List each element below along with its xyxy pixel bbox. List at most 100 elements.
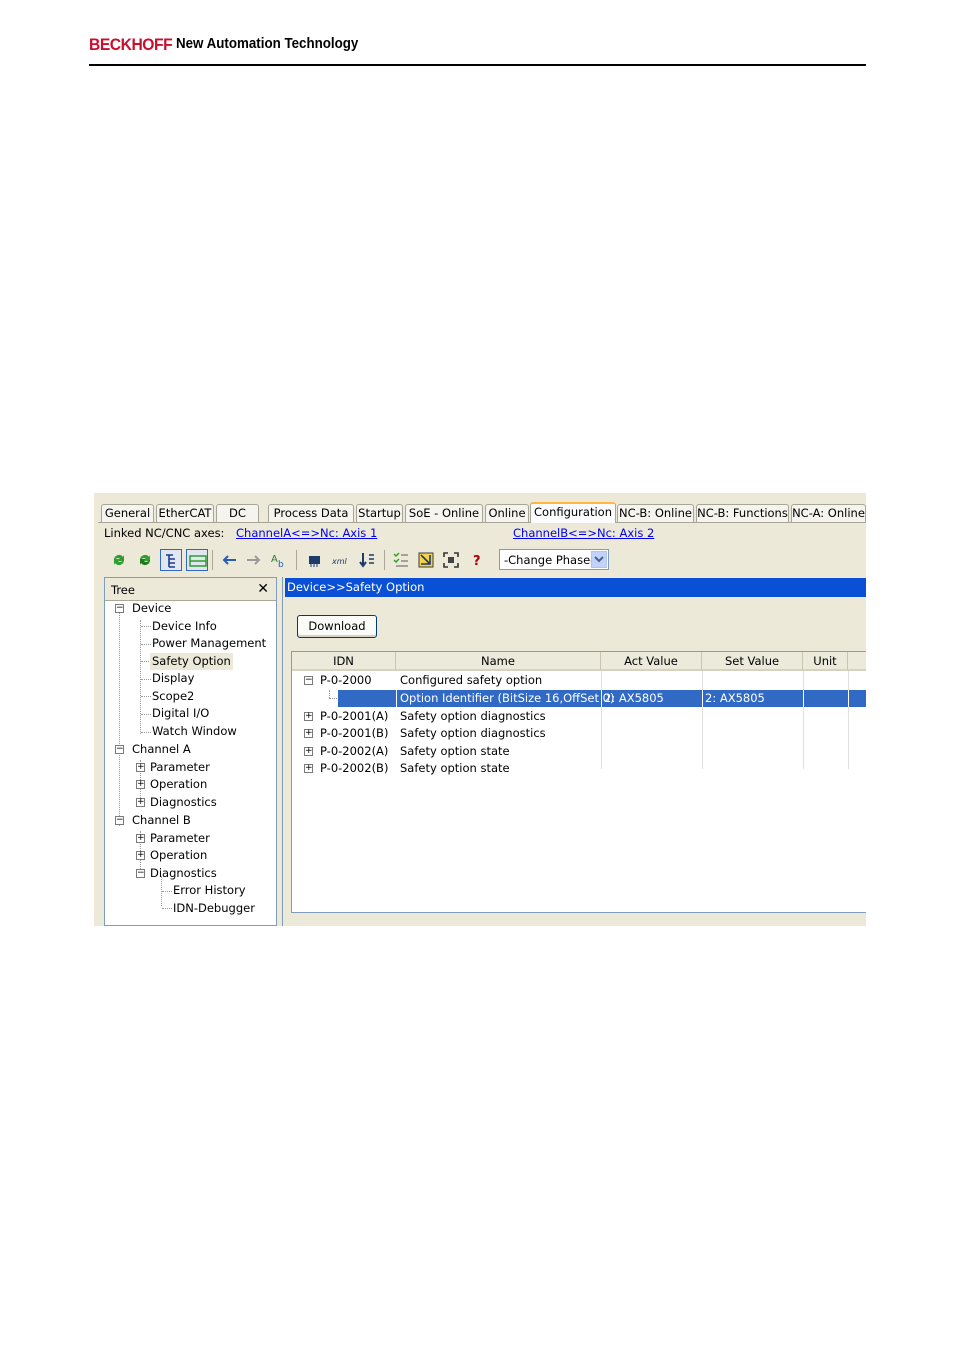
svg-text:A: A: [271, 554, 278, 565]
expand-icon[interactable]: +: [136, 851, 145, 860]
tab-nc-b-online[interactable]: NC-B: Online: [617, 504, 694, 522]
toolbar-separator: [296, 550, 297, 570]
column-header-unit[interactable]: Unit: [803, 652, 848, 671]
arrow-right-icon[interactable]: [243, 549, 265, 571]
download-button[interactable]: Download: [297, 615, 377, 638]
xml-icon[interactable]: xml: [330, 549, 352, 571]
tab-ethercat[interactable]: EtherCAT: [156, 504, 214, 522]
tree-connector: [119, 609, 121, 826]
tree-item-label: Channel B: [132, 813, 191, 827]
expand-icon[interactable]: +: [136, 834, 145, 843]
refresh-single-icon[interactable]: [134, 549, 156, 571]
cell-idn: P-0-2001(A): [320, 709, 389, 723]
chip-icon[interactable]: [304, 549, 326, 571]
collapse-icon[interactable]: −: [136, 869, 145, 878]
arrow-left-icon[interactable]: [218, 549, 240, 571]
tab-general[interactable]: General: [101, 504, 154, 522]
collapse-icon[interactable]: −: [304, 676, 313, 685]
tree-item-label: Scope2: [152, 689, 195, 703]
cell-name: Safety option diagnostics: [400, 726, 546, 740]
collapse-icon[interactable]: −: [115, 745, 124, 754]
collapse-icon[interactable]: −: [115, 816, 124, 825]
expand-icon[interactable]: +: [304, 764, 313, 773]
cell-idn: P-0-2000: [320, 673, 372, 687]
column-header-act-value[interactable]: Act Value: [601, 652, 702, 671]
table-row[interactable]: + P-0-2002(B) Safety option state: [292, 760, 866, 777]
cell-name: Configured safety option: [400, 673, 543, 687]
parameter-table: IDN Name Act Value Set Value Unit − P-0-…: [291, 651, 866, 913]
tree-connector: [329, 698, 337, 700]
column-header-filler: [848, 652, 866, 671]
expand-icon[interactable]: +: [304, 729, 313, 738]
tree-view-icon[interactable]: [160, 549, 182, 571]
toolbar: Ab xml ? -Change Phase-: [104, 547, 866, 573]
tab-dc[interactable]: DC: [216, 504, 259, 522]
select-icon[interactable]: [415, 549, 437, 571]
svg-text:xml: xml: [332, 557, 348, 566]
close-icon[interactable]: ✕: [257, 581, 269, 597]
expand-icon[interactable]: +: [304, 747, 313, 756]
page-header: BECKHOFF New Automation Technology: [89, 30, 866, 66]
toolbar-separator: [384, 550, 385, 570]
tree-pane: Tree ✕ − Device Device Info Power Manage…: [104, 577, 277, 926]
tree-item-label: Device Info: [152, 619, 217, 633]
cell-idn: P-0-2001(B): [320, 726, 389, 740]
cell-idn: P-0-2002(A): [320, 744, 389, 758]
list-view-icon[interactable]: [186, 549, 208, 571]
cell-name: Safety option state: [400, 761, 510, 775]
tree-item-label: Diagnostics: [150, 795, 217, 809]
table-row[interactable]: + P-0-2001(A) Safety option diagnostics: [292, 708, 866, 725]
chevron-down-icon[interactable]: [591, 551, 607, 568]
column-divider: [702, 690, 703, 707]
tree-item-label: Digital I/O: [152, 706, 210, 720]
breadcrumb: Device>>Safety Option: [285, 578, 866, 597]
table-row-selected[interactable]: Option Identifier (BitSize 16,OffSet 0) …: [292, 690, 866, 707]
tree-header: Tree ✕: [105, 578, 276, 601]
tab-nc-a-online[interactable]: NC-A: Online: [791, 504, 866, 522]
channel-a-link[interactable]: ChannelA<=>Nc: Axis 1: [236, 526, 377, 540]
expand-icon[interactable]: +: [304, 712, 313, 721]
tree-connector: [329, 690, 331, 698]
checklist-icon[interactable]: [390, 549, 412, 571]
column-header-idn[interactable]: IDN: [292, 652, 396, 671]
tab-bar: General EtherCAT DC Process Data Startup…: [101, 502, 866, 523]
tab-startup[interactable]: Startup: [356, 504, 403, 522]
cell-name: Option Identifier (BitSize 16,OffSet 0): [400, 691, 615, 705]
column-header-set-value[interactable]: Set Value: [702, 652, 803, 671]
app-window: General EtherCAT DC Process Data Startup…: [94, 493, 866, 926]
cell-name: Safety option diagnostics: [400, 709, 546, 723]
tab-nc-b-functions[interactable]: NC-B: Functions: [696, 504, 789, 522]
change-phase-select[interactable]: -Change Phase-: [499, 549, 609, 570]
toolbar-separator: [212, 550, 213, 570]
tab-soe-online[interactable]: SoE - Online: [405, 504, 483, 522]
cell-idn: P-0-2002(B): [320, 761, 389, 775]
grid-select-icon[interactable]: [440, 549, 462, 571]
tab-online[interactable]: Online: [485, 504, 529, 522]
channel-b-link[interactable]: ChannelB<=>Nc: Axis 2: [513, 526, 654, 540]
brand-tagline: New Automation Technology: [176, 36, 359, 52]
tab-configuration[interactable]: Configuration: [530, 502, 616, 523]
table-row[interactable]: + P-0-2002(A) Safety option state: [292, 743, 866, 760]
text-edit-icon[interactable]: Ab: [268, 549, 290, 571]
tree-item-label: Watch Window: [152, 724, 237, 738]
tree-item-label: IDN-Debugger: [173, 901, 255, 915]
brand-logo: BECKHOFF: [89, 35, 173, 54]
expand-icon[interactable]: +: [136, 780, 145, 789]
svg-text:?: ?: [473, 554, 481, 569]
tab-process-data[interactable]: Process Data: [268, 504, 354, 522]
cell-name: Safety option state: [400, 744, 510, 758]
table-row[interactable]: + P-0-2001(B) Safety option diagnostics: [292, 725, 866, 742]
svg-text:b: b: [278, 560, 284, 569]
tree-connector: [140, 620, 142, 734]
import-icon[interactable]: [356, 549, 378, 571]
table-row[interactable]: − P-0-2000 Configured safety option: [292, 672, 866, 689]
tree-item-label: Diagnostics: [150, 866, 217, 880]
column-header-name[interactable]: Name: [396, 652, 601, 671]
expand-icon[interactable]: +: [136, 798, 145, 807]
help-icon[interactable]: ?: [466, 549, 488, 571]
tree-item-label: Error History: [173, 883, 246, 897]
collapse-icon[interactable]: −: [115, 604, 124, 613]
column-divider: [848, 690, 849, 707]
expand-icon[interactable]: +: [136, 763, 145, 772]
refresh-green-icon[interactable]: [108, 549, 130, 571]
